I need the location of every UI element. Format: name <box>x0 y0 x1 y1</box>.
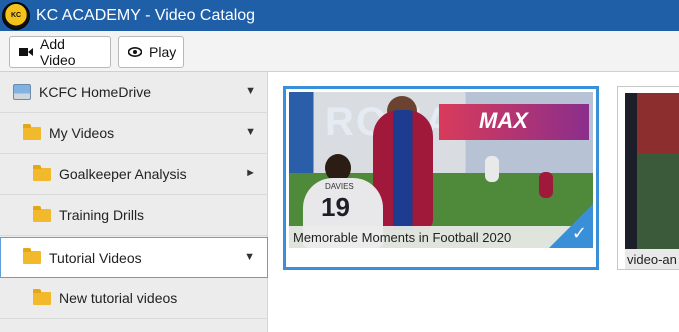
video-caption: Memorable Moments in Football 2020 <box>289 226 593 248</box>
drive-icon <box>13 84 31 100</box>
add-video-label: Add Video <box>40 36 76 68</box>
sidebar-item-label: KCFC HomeDrive <box>39 84 152 100</box>
chevron-down-icon[interactable]: ▼ <box>245 85 256 97</box>
folder-icon <box>33 288 51 305</box>
sidebar-item-kcfc-homedrive[interactable]: KCFC HomeDrive ▼ <box>0 72 268 113</box>
sidebar-item-label: New tutorial videos <box>59 290 178 306</box>
play-label: Play <box>149 44 177 60</box>
folder-icon <box>33 205 51 222</box>
chevron-down-icon[interactable]: ▼ <box>245 126 256 138</box>
video-thumbnail[interactable] <box>625 93 679 249</box>
player-figure <box>485 156 499 182</box>
kaizer-chiefs-logo: KC <box>2 1 30 30</box>
app-title: KC ACADEMY - Video Catalog <box>36 6 256 24</box>
toolbar: Add Video Play <box>0 31 679 72</box>
checkmark-icon: ✓ <box>571 223 587 243</box>
sidebar-item-label: Training Drills <box>59 207 145 223</box>
eye-icon <box>128 47 142 57</box>
stadium-stand <box>637 93 679 153</box>
sidebar-item-label: Goalkeeper Analysis <box>59 166 187 182</box>
video-card[interactable]: video-an <box>617 86 679 270</box>
jersey-name: DAVIES <box>325 182 354 191</box>
stadium-board-right: MAX <box>479 108 528 133</box>
title-bar: KC KC ACADEMY - Video Catalog <box>0 0 679 31</box>
sidebar-item-label: My Videos <box>49 125 115 141</box>
sidebar-item-goalkeeper-analysis[interactable]: Goalkeeper Analysis ► <box>0 154 268 195</box>
play-button[interactable]: Play <box>118 36 184 68</box>
folder-icon <box>23 123 41 140</box>
video-caption: video-an <box>625 249 679 269</box>
chevron-down-icon[interactable]: ▼ <box>244 251 255 263</box>
video-thumbnail[interactable]: ROMA MAX DAVIES 19 Memorable Moments in … <box>289 92 593 248</box>
video-card-selected[interactable]: ROMA MAX DAVIES 19 Memorable Moments in … <box>283 86 599 270</box>
sidebar-item-tutorial-videos[interactable]: Tutorial Videos ▼ <box>0 237 268 278</box>
sidebar-item-new-tutorial-videos[interactable]: New tutorial videos <box>0 278 268 319</box>
sidebar-item-training-drills[interactable]: Training Drills <box>0 195 268 236</box>
folder-tree: KCFC HomeDrive ▼ My Videos ▼ Goalkeeper … <box>0 72 268 332</box>
video-camera-icon <box>19 47 33 57</box>
chevron-right-icon[interactable]: ► <box>245 167 256 179</box>
stadium-banner: MAX <box>439 104 589 140</box>
folder-icon <box>23 248 41 264</box>
sidebar-item-label: Tutorial Videos <box>49 249 142 266</box>
folder-icon <box>33 164 51 181</box>
add-video-button[interactable]: Add Video <box>9 36 111 68</box>
sidebar-item-my-videos[interactable]: My Videos ▼ <box>0 113 268 154</box>
player-figure <box>539 172 553 198</box>
jersey-number: 19 <box>321 192 350 222</box>
